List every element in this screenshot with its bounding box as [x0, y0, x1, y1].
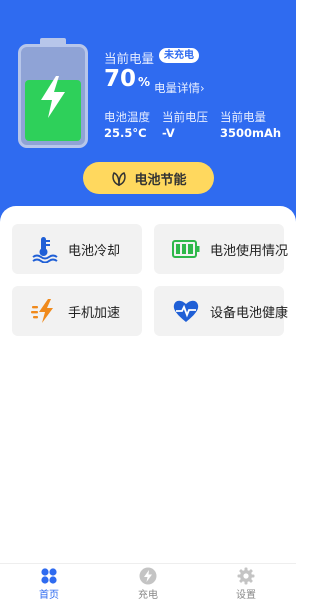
battery-detail-link[interactable]: 电量详情›	[154, 80, 205, 96]
voltage-value: -V	[162, 126, 175, 140]
features-sheet: 电池冷却 电池使用情况 手机加速 设备电池健康	[0, 206, 296, 563]
battery-bars-icon	[172, 240, 200, 258]
charging-status-badge: 未充电	[159, 48, 199, 63]
gear-icon	[237, 567, 255, 585]
tab-settings-label: 设置	[236, 590, 256, 600]
home-grid-icon	[41, 568, 57, 584]
leaf-icon	[112, 172, 127, 187]
bottom-tab-bar: 首页 充电 设置	[0, 563, 296, 600]
temperature-value: 25.5°C	[104, 126, 147, 140]
battery-hero-panel: 当前电量 未充电 70% 电量详情› 电池温度 25.5°C 当前电压 -V 当…	[0, 0, 296, 225]
lightning-speed-icon	[31, 299, 53, 323]
lightning-bolt-icon	[41, 76, 65, 118]
battery-cooling-card[interactable]: 电池冷却	[12, 224, 142, 274]
tab-home[interactable]: 首页	[19, 567, 79, 600]
tab-settings[interactable]: 设置	[216, 567, 276, 600]
battery-health-card[interactable]: 设备电池健康	[154, 286, 288, 336]
battery-save-label: 电池节能	[134, 172, 187, 188]
heart-pulse-icon	[173, 300, 199, 322]
battery-title: 当前电量	[104, 51, 155, 66]
temperature-label: 电池温度	[104, 110, 150, 124]
battery-percent-sign: %	[138, 75, 151, 89]
battery-percent-value: 70	[104, 66, 137, 92]
capacity-value: 3500mAh	[220, 126, 282, 140]
thermometer-water-icon	[32, 237, 58, 263]
voltage-label: 当前电压	[162, 110, 208, 124]
charge-bolt-icon	[139, 567, 157, 585]
phone-speedup-card[interactable]: 手机加速	[12, 286, 142, 336]
tab-charge[interactable]: 充电	[118, 567, 178, 600]
tab-charge-label: 充电	[138, 590, 158, 600]
battery-percent: 70%	[104, 66, 150, 92]
battery-graphic	[18, 38, 88, 148]
tab-home-label: 首页	[39, 590, 59, 600]
battery-cooling-label: 电池冷却	[68, 243, 121, 259]
battery-usage-label: 电池使用情况	[210, 243, 289, 259]
battery-usage-card[interactable]: 电池使用情况	[154, 224, 288, 274]
phone-speedup-label: 手机加速	[68, 305, 121, 321]
battery-health-label: 设备电池健康	[210, 305, 289, 321]
capacity-label: 当前电量	[220, 110, 266, 124]
battery-save-button[interactable]: 电池节能	[83, 162, 214, 194]
